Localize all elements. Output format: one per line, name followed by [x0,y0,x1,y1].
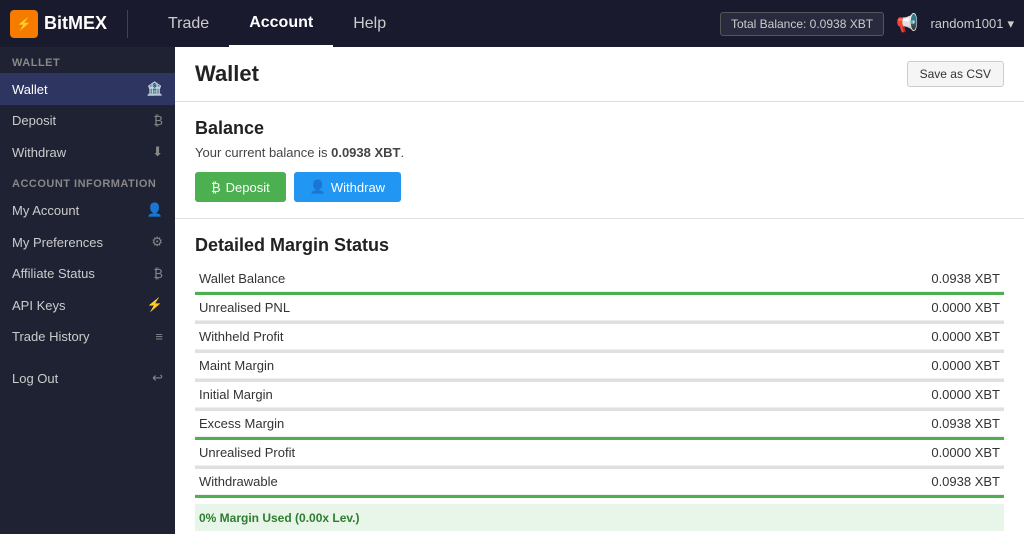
main-layout: Wallet Wallet 🏦 Deposit ₿ Withdraw ⬇ Acc… [0,47,1024,534]
margin-row-value: 0.0000 XBT [761,353,1004,379]
withdraw-icon: ⬇ [143,144,163,160]
logo-icon: ⚡ [10,10,38,38]
logout-icon: ↩ [143,370,163,386]
wallet-header: Wallet Save as CSV [175,47,1024,102]
margin-row-label: Unrealised Profit [195,440,761,466]
wallet-icon: 🏦 [143,81,163,97]
deposit-button[interactable]: ₿ Deposit [195,172,286,202]
balance-text-prefix: Your current balance is [195,145,331,160]
api-icon: ⚡ [143,297,163,313]
margin-row-value: 0.0938 XBT [761,411,1004,437]
preferences-icon: ⚙ [143,234,163,250]
sidebar-item-deposit[interactable]: Deposit ₿ [0,105,175,136]
margin-row: Wallet Balance 0.0938 XBT [195,266,1004,292]
margin-table: Wallet Balance 0.0938 XBT Unrealised PNL… [195,266,1004,498]
margin-row: Excess Margin 0.0938 XBT [195,411,1004,437]
sidebar: Wallet Wallet 🏦 Deposit ₿ Withdraw ⬇ Acc… [0,47,175,534]
nav-account[interactable]: Account [229,0,333,47]
sidebar-item-affiliate[interactable]: Affiliate Status ₿ [0,258,175,289]
sidebar-item-trade-history[interactable]: Trade History ≡ [0,321,175,352]
sidebar-item-my-preferences[interactable]: My Preferences ⚙ [0,226,175,258]
margin-row-label: Initial Margin [195,382,761,408]
margin-row-value: 0.0000 XBT [761,295,1004,321]
top-nav: ⚡ BitMEX Trade Account Help Total Balanc… [0,0,1024,47]
nav-help[interactable]: Help [333,0,406,47]
logout-label: Log Out [12,371,58,386]
sidebar-trade-history-label: Trade History [12,329,90,344]
chevron-down-icon: ▾ [1007,16,1014,32]
sidebar-withdraw-label: Withdraw [12,145,66,160]
sidebar-item-logout[interactable]: Log Out ↩ [0,362,175,394]
margin-row-value: 0.0000 XBT [761,324,1004,350]
margin-row-value: 0.0938 XBT [761,266,1004,292]
withdraw-user-icon: 👤 [310,179,326,195]
margin-row-value: 0.0000 XBT [761,440,1004,466]
history-icon: ≡ [143,329,163,344]
balance-description: Your current balance is 0.0938 XBT. [195,145,1004,160]
logo: ⚡ BitMEX [10,10,128,38]
sidebar-affiliate-label: Affiliate Status [12,266,95,281]
account-icon: 👤 [143,202,163,218]
save-csv-button[interactable]: Save as CSV [907,61,1004,87]
sidebar-item-wallet[interactable]: Wallet 🏦 [0,73,175,105]
margin-row: Unrealised Profit 0.0000 XBT [195,440,1004,466]
balance-value: 0.0938 XBT [331,145,400,160]
margin-row-label: Maint Margin [195,353,761,379]
margin-row-label: Withheld Profit [195,324,761,350]
margin-row-value: 0.0938 XBT [761,469,1004,495]
margin-row: Unrealised PNL 0.0000 XBT [195,295,1004,321]
sidebar-item-api-keys[interactable]: API Keys ⚡ [0,289,175,321]
sidebar-wallet-label: Wallet [12,82,48,97]
margin-progress-row [195,495,1004,499]
margin-row-value: 0.0000 XBT [761,382,1004,408]
balance-text-suffix: . [400,145,404,160]
content-area: Wallet Save as CSV Balance Your current … [175,47,1024,534]
wallet-title: Wallet [195,61,259,87]
action-buttons: ₿ Deposit 👤 Withdraw [195,172,1004,202]
margin-used-label: 0% Margin Used (0.00x Lev.) [199,511,360,525]
deposit-label: Deposit [226,180,270,195]
sidebar-account-header: Account Information [0,168,175,194]
withdraw-label: Withdraw [331,180,385,195]
margin-section-title: Detailed Margin Status [195,235,1004,256]
user-menu[interactable]: random1001 ▾ [930,16,1014,32]
margin-row: Withdrawable 0.0938 XBT [195,469,1004,495]
deposit-icon: ₿ [211,180,221,195]
sidebar-preferences-label: My Preferences [12,235,103,250]
username-label: random1001 [930,16,1003,31]
margin-row-label: Unrealised PNL [195,295,761,321]
deposit-icon: ₿ [143,113,163,128]
withdraw-button[interactable]: 👤 Withdraw [294,172,401,202]
margin-row-label: Wallet Balance [195,266,761,292]
nav-trade[interactable]: Trade [148,0,229,47]
margin-row: Initial Margin 0.0000 XBT [195,382,1004,408]
balance-section: Balance Your current balance is 0.0938 X… [175,102,1024,219]
sidebar-wallet-header: Wallet [0,47,175,73]
sidebar-item-withdraw[interactable]: Withdraw ⬇ [0,136,175,168]
margin-section: Detailed Margin Status Wallet Balance 0.… [175,219,1024,534]
margin-row: Withheld Profit 0.0000 XBT [195,324,1004,350]
margin-row: Maint Margin 0.0000 XBT [195,353,1004,379]
total-balance-badge: Total Balance: 0.0938 XBT [720,12,884,36]
margin-row-label: Excess Margin [195,411,761,437]
nav-links: Trade Account Help [148,0,720,47]
affiliate-icon: ₿ [143,266,163,281]
margin-row-label: Withdrawable [195,469,761,495]
sidebar-item-my-account[interactable]: My Account 👤 [0,194,175,226]
balance-section-title: Balance [195,118,1004,139]
logo-text: BitMEX [44,13,107,34]
nav-right: Total Balance: 0.0938 XBT 📢 random1001 ▾ [720,12,1014,36]
sidebar-api-keys-label: API Keys [12,298,65,313]
notification-icon[interactable]: 📢 [896,13,918,34]
sidebar-deposit-label: Deposit [12,113,56,128]
sidebar-my-account-label: My Account [12,203,79,218]
